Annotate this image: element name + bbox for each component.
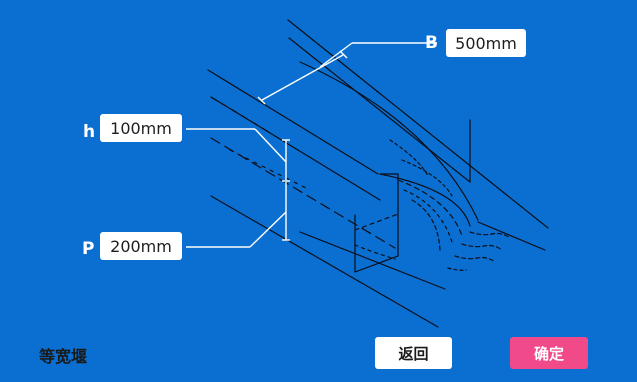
ripple-line bbox=[454, 255, 496, 263]
nappe-curve bbox=[379, 173, 471, 227]
leader-line-p bbox=[249, 211, 287, 248]
nappe-curve bbox=[401, 159, 453, 197]
tick-b bbox=[339, 50, 348, 59]
nappe-curve bbox=[299, 61, 479, 221]
param-h-input[interactable]: 100mm bbox=[100, 114, 182, 142]
weir-block-edge bbox=[354, 213, 399, 231]
channel-wall-line bbox=[207, 69, 379, 175]
page-title: 等宽堰 bbox=[39, 347, 88, 366]
channel-wall-line bbox=[477, 221, 546, 251]
param-b-label: B bbox=[425, 33, 438, 53]
nappe-curve bbox=[411, 199, 441, 251]
weir-diagram bbox=[186, 19, 549, 328]
nappe-curve bbox=[403, 189, 453, 243]
param-p-label: P bbox=[82, 239, 95, 259]
param-b-input[interactable]: 500mm bbox=[446, 29, 526, 57]
weir-setup-screen: B 500mm h 100mm P 200mm 等宽堰 返回 确定 bbox=[0, 0, 637, 382]
channel-floor-line bbox=[210, 195, 439, 328]
weir-block-edge bbox=[354, 255, 399, 273]
ripple-line bbox=[447, 267, 467, 271]
confirm-button[interactable]: 确定 bbox=[510, 337, 588, 369]
ripple-line bbox=[461, 243, 503, 251]
nappe-curve bbox=[389, 139, 429, 177]
back-button[interactable]: 返回 bbox=[375, 337, 452, 369]
leader-line-b bbox=[319, 42, 353, 68]
param-p-input[interactable]: 200mm bbox=[100, 232, 182, 260]
approach-flow-dashed bbox=[354, 244, 396, 260]
param-h-label: h bbox=[83, 122, 96, 142]
